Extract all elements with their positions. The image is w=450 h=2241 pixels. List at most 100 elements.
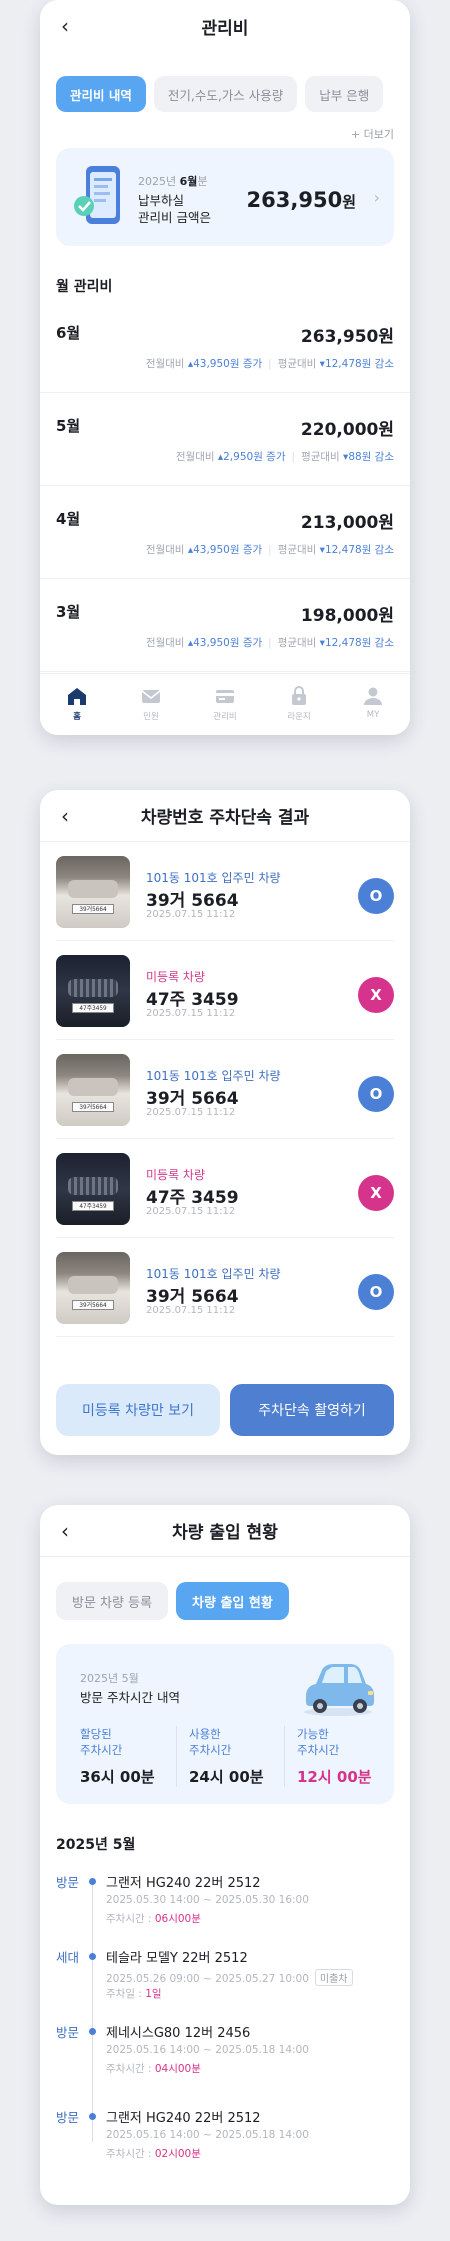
row-compare: 전월대비 ▴2,950원 증가 | 평균대비 ▾88원 감소 xyxy=(175,451,394,463)
tab-utility-usage[interactable]: 전기,수도,가스 사용량 xyxy=(153,76,298,112)
vehicle-type: 101동 101호 입주민 차량 xyxy=(146,1267,281,1281)
parking-enforcement-screen: ‹ 차량번호 주차단속 결과 39거5664 101동 101호 입주민 차량 … xyxy=(40,790,410,1455)
unregistered-only-button[interactable]: 미등록 차량만 보기 xyxy=(56,1384,220,1436)
entry-vehicle: 그랜저 HG240 22버 2512 xyxy=(106,2111,261,2126)
vehicle-row[interactable]: 39거5664 101동 101호 입주민 차량 39거 5664 2025.0… xyxy=(56,1040,394,1139)
entry-vehicle: 제네시스G80 12버 2456 xyxy=(106,2026,251,2041)
nav-my[interactable]: MY xyxy=(336,674,410,735)
access-timeline: 방문 그랜저 HG240 22버 2512 2025.05.30 14:00 ~… xyxy=(40,1872,410,2205)
fee-row[interactable]: 6월 263,950원 전월대비 ▴43,950원 증가 | 평균대비 ▾12,47… xyxy=(40,300,410,393)
used-time: 사용한 주차시간 24시 00분 xyxy=(176,1726,276,1787)
result-badge: O xyxy=(358,878,394,914)
access-tabs: 방문 차량 등록 차량 출입 현황 xyxy=(40,1557,410,1620)
not-exited-tag: 미출차 xyxy=(314,1969,353,1986)
row-compare: 전월대비 ▴43,950원 증가 | 평균대비 ▾12,478원 감소 xyxy=(145,544,394,556)
fee-summary-banner[interactable]: 2025년 6월분 납부하실 관리비 금액은 263,950원 › xyxy=(56,148,394,246)
entry-duration: 주차시간 : 04시00분 xyxy=(106,2063,201,2075)
vehicle-access-screen: ‹ 차량 출입 현황 방문 차량 등록 차량 출입 현황 2025년 5월 방문… xyxy=(40,1505,410,2205)
mail-icon xyxy=(141,690,161,703)
phone-bill-icon xyxy=(74,166,120,224)
row-month: 3월 xyxy=(56,603,81,621)
vehicle-row[interactable]: 47주3459 미등록 차량 47주 3459 2025.07.15 11:12… xyxy=(56,1139,394,1238)
capture-enforcement-button[interactable]: 주차단속 촬영하기 xyxy=(230,1384,394,1436)
page-title: 차량번호 주차단속 결과 xyxy=(140,808,310,828)
fee-row[interactable]: 4월 213,000원 전월대비 ▴43,950원 증가 | 평균대비 ▾12,47… xyxy=(40,486,410,579)
fee-screen: ‹ 관리비 관리비 내역 전기,수도,가스 사용량 납부 은행 + 더보기 20… xyxy=(40,0,410,735)
row-month: 4월 xyxy=(56,510,81,528)
vehicle-photo: 39거5664 xyxy=(56,1252,130,1324)
row-amount: 263,950원 xyxy=(300,327,394,347)
nav-home[interactable]: 홈 xyxy=(40,674,114,735)
entry-vehicle: 테슬라 모델Y 22버 2512 xyxy=(106,1951,248,1966)
nav-label: 민원 xyxy=(143,712,159,722)
entry-vehicle: 그랜저 HG240 22버 2512 xyxy=(106,1876,261,1891)
nav-lounge[interactable]: 라운지 xyxy=(262,674,336,735)
vehicle-date: 2025.07.15 11:12 xyxy=(146,909,236,920)
fee-tabs: 관리비 내역 전기,수도,가스 사용량 납부 은행 xyxy=(40,52,410,112)
banner-line2: 관리비 금액은 xyxy=(138,210,211,225)
available-time: 가능한 주차시간 12시 00분 xyxy=(284,1726,384,1787)
nav-label: 홈 xyxy=(73,712,81,722)
entry-kind: 방문 xyxy=(56,1875,80,1890)
entry-kind: 방문 xyxy=(56,2025,80,2040)
entry-duration: 주차시간 : 02시00분 xyxy=(106,2148,201,2160)
nav-label: MY xyxy=(366,710,380,720)
row-amount: 213,000원 xyxy=(300,513,394,533)
back-arrow-icon[interactable]: ‹ xyxy=(54,804,76,828)
parking-time-summary: 2025년 5월 방문 주차시간 내역 할당된 주차시간 36시 00분 사용한… xyxy=(56,1644,394,1804)
allocated-time: 할당된 주차시간 36시 00분 xyxy=(80,1727,155,1786)
banner-period: 2025년 6월분 xyxy=(138,175,208,188)
timeline-month: 2025년 5월 xyxy=(56,1837,136,1853)
person-icon xyxy=(364,687,382,705)
car-illustration-icon xyxy=(304,1664,374,1716)
monthly-fee-list: 6월 263,950원 전월대비 ▴43,950원 증가 | 평균대비 ▾12,47… xyxy=(40,300,410,672)
fee-row[interactable]: 3월 198,000원 전월대비 ▴43,950원 증가 | 평균대비 ▾12,47… xyxy=(40,579,410,672)
vehicle-number: 47주 3459 xyxy=(146,1188,239,1208)
chevron-right-icon: › xyxy=(373,188,380,207)
header: ‹ 관리비 xyxy=(40,0,410,52)
action-buttons: 미등록 차량만 보기 주차단속 촬영하기 xyxy=(56,1384,394,1436)
nav-complaints[interactable]: 민원 xyxy=(114,674,188,735)
lock-icon xyxy=(292,686,306,705)
tab-access-status[interactable]: 차량 출입 현황 xyxy=(176,1582,289,1620)
row-month: 6월 xyxy=(56,324,81,342)
card-icon xyxy=(216,690,234,703)
page-title: 관리비 xyxy=(201,18,249,39)
tab-payment-bank[interactable]: 납부 은행 xyxy=(305,76,384,112)
vehicle-number: 39거 5664 xyxy=(146,891,239,911)
vehicle-type: 미등록 차량 xyxy=(146,970,206,984)
row-month: 5월 xyxy=(56,417,81,435)
tab-fee-history[interactable]: 관리비 내역 xyxy=(56,76,146,112)
tab-visitor-register[interactable]: 방문 차량 등록 xyxy=(56,1582,169,1620)
vehicle-row[interactable]: 47주3459 미등록 차량 47주 3459 2025.07.15 11:12… xyxy=(56,941,394,1040)
fee-row[interactable]: 5월 220,000원 전월대비 ▴2,950원 증가 | 평균대비 ▾88원 감소 xyxy=(40,393,410,486)
section-title: 월 관리비 xyxy=(56,279,113,295)
timeline-dot xyxy=(89,2028,96,2035)
header: ‹ 차량 출입 현황 xyxy=(40,1505,410,1557)
vehicle-date: 2025.07.15 11:12 xyxy=(146,1206,236,1217)
vehicle-row[interactable]: 39거5664 101동 101호 입주민 차량 39거 5664 2025.0… xyxy=(56,1238,394,1337)
vehicle-row[interactable]: 39거5664 101동 101호 입주민 차량 39거 5664 2025.0… xyxy=(56,842,394,941)
entry-duration: 주차시간 : 06시00분 xyxy=(106,1913,201,1925)
entry-dates: 2025.05.30 14:00 ~ 2025.05.30 16:00 xyxy=(106,1894,309,1906)
vehicle-number: 47주 3459 xyxy=(146,990,239,1010)
row-amount: 198,000원 xyxy=(300,606,394,626)
entry-duration: 주차일 : 1일 xyxy=(106,1988,162,2000)
nav-fee[interactable]: 관리비 xyxy=(188,674,262,735)
row-amount: 220,000원 xyxy=(300,420,394,440)
vehicle-date: 2025.07.15 11:12 xyxy=(146,1008,236,1019)
header: ‹ 차량번호 주차단속 결과 xyxy=(40,790,410,842)
result-badge: O xyxy=(358,1274,394,1310)
back-arrow-icon[interactable]: ‹ xyxy=(54,1519,76,1543)
nav-label: 관리비 xyxy=(213,712,237,722)
vehicle-photo: 47주3459 xyxy=(56,955,130,1027)
page-title: 차량 출입 현황 xyxy=(172,1523,278,1543)
home-icon xyxy=(68,688,86,705)
row-compare: 전월대비 ▴43,950원 증가 | 평균대비 ▾12,478원 감소 xyxy=(145,358,394,370)
result-badge: O xyxy=(358,1076,394,1112)
vehicle-type: 101동 101호 입주민 차량 xyxy=(146,871,281,885)
row-compare: 전월대비 ▴43,950원 증가 | 평균대비 ▾12,478원 감소 xyxy=(145,637,394,649)
timeline-dot xyxy=(89,1953,96,1960)
more-link[interactable]: + 더보기 xyxy=(40,112,410,142)
back-arrow-icon[interactable]: ‹ xyxy=(54,14,76,38)
